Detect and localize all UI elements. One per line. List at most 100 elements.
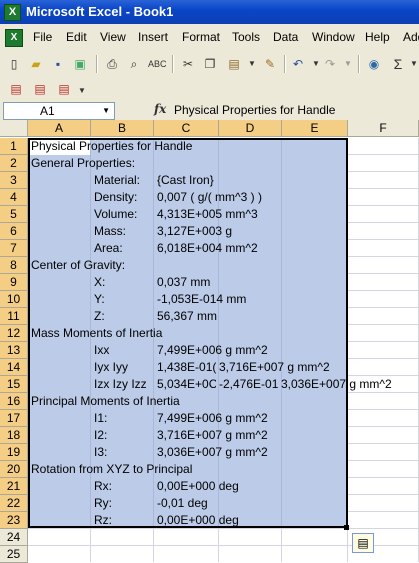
hyperlink-icon[interactable]: ◉ — [366, 56, 382, 72]
cell-a16[interactable]: Principal Moments of Inertia — [31, 393, 180, 410]
pdf-email-icon[interactable]: ▤ — [32, 81, 48, 97]
name-box[interactable]: A1 ▼ — [3, 102, 115, 120]
cell-c19[interactable]: 3,036E+007 g mm^2 — [157, 444, 268, 461]
cell-c21[interactable]: 0,00E+000 deg — [157, 478, 239, 495]
excel-icon[interactable]: X — [4, 4, 21, 21]
permission-icon[interactable]: ▣ — [72, 56, 88, 72]
cell-b14[interactable]: Iyx Iyy — [94, 359, 128, 376]
row-header-9[interactable]: 9 — [0, 274, 28, 291]
format-painter-icon[interactable]: ✎ — [262, 56, 278, 72]
cell-a20[interactable]: Rotation from XYZ to Principal — [31, 461, 192, 478]
row-header-8[interactable]: 8 — [0, 257, 28, 274]
row-header-1[interactable]: 1 — [0, 138, 28, 155]
cell-c14[interactable]: 1,438E-01( — [157, 359, 216, 376]
row-header-6[interactable]: 6 — [0, 223, 28, 240]
cell-b17[interactable]: I1: — [94, 410, 107, 427]
row-header-24[interactable]: 24 — [0, 529, 28, 546]
redo-dropdown-icon[interactable]: ▼ — [340, 56, 356, 72]
row-header-19[interactable]: 19 — [0, 444, 28, 461]
undo-icon[interactable]: ↶ — [290, 56, 306, 72]
cell-c3[interactable]: {Cast Iron} — [157, 172, 214, 189]
cell-c7[interactable]: 6,018E+004 mm^2 — [157, 240, 258, 257]
spelling-icon[interactable]: ABC — [148, 56, 167, 72]
new-icon[interactable]: ▯ — [6, 56, 22, 72]
row-header-12[interactable]: 12 — [0, 325, 28, 342]
redo-icon[interactable]: ↷ — [322, 56, 338, 72]
cell-c10[interactable]: -1,053E-014 mm — [157, 291, 246, 308]
row-header-15[interactable]: 15 — [0, 376, 28, 393]
select-all-corner[interactable] — [0, 120, 28, 137]
cell-b11[interactable]: Z: — [94, 308, 105, 325]
cell-b6[interactable]: Mass: — [94, 223, 126, 240]
row-header-17[interactable]: 17 — [0, 410, 28, 427]
cell-b21[interactable]: Rx: — [94, 478, 112, 495]
cell-b18[interactable]: I2: — [94, 427, 107, 444]
cell-b23[interactable]: Rz: — [94, 512, 112, 529]
cell-c15[interactable]: 5,034E+0C — [157, 376, 216, 393]
save-icon[interactable]: ▪ — [50, 56, 66, 72]
fx-icon[interactable]: fx — [154, 102, 166, 116]
print-icon[interactable]: ⎙ — [104, 56, 120, 72]
cell-b15[interactable]: Izx Izy Izz — [94, 376, 147, 393]
cell-b22[interactable]: Ry: — [94, 495, 112, 512]
menu-tools[interactable]: Tools — [232, 30, 260, 44]
paste-options-icon[interactable]: ▤ — [352, 533, 374, 553]
menu-help[interactable]: Help — [365, 30, 390, 44]
paste-dropdown-icon[interactable]: ▼ — [244, 56, 260, 72]
row-header-25[interactable]: 25 — [0, 546, 28, 563]
column-header-d[interactable]: D — [219, 120, 282, 137]
autosum-icon[interactable]: Σ — [390, 56, 406, 72]
copy-icon[interactable]: ❐ — [202, 56, 218, 72]
paste-icon[interactable]: ▤ — [226, 56, 242, 72]
cell-c23[interactable]: 0,00E+000 deg — [157, 512, 239, 529]
menu-insert[interactable]: Insert — [138, 30, 168, 44]
row-header-21[interactable]: 21 — [0, 478, 28, 495]
print-preview-icon[interactable]: ⌕ — [126, 56, 142, 72]
toolbar-options-icon[interactable]: ▼ — [74, 83, 90, 99]
menu-addins[interactable]: Add — [403, 30, 419, 44]
cell-c9[interactable]: 0,037 mm — [157, 274, 210, 291]
cell-d14[interactable]: 3,716E+007 g mm^2 — [219, 359, 330, 376]
cell-c18[interactable]: 3,716E+007 g mm^2 — [157, 427, 268, 444]
fill-handle[interactable] — [344, 525, 349, 530]
cell-c17[interactable]: 7,499E+006 g mm^2 — [157, 410, 268, 427]
cell-b10[interactable]: Y: — [94, 291, 105, 308]
row-header-10[interactable]: 10 — [0, 291, 28, 308]
cell-a12[interactable]: Mass Moments of Inertia — [31, 325, 162, 342]
cell-c22[interactable]: -0,01 deg — [157, 495, 208, 512]
cell-c4[interactable]: 0,007 ( g/( mm^3 ) ) — [157, 189, 262, 206]
column-header-e[interactable]: E — [282, 120, 348, 137]
pdf-icon[interactable]: ▤ — [8, 81, 24, 97]
cell-b7[interactable]: Area: — [94, 240, 123, 257]
row-header-4[interactable]: 4 — [0, 189, 28, 206]
row-header-20[interactable]: 20 — [0, 461, 28, 478]
pdf-review-icon[interactable]: ▤ — [56, 81, 72, 97]
cell-c5[interactable]: 4,313E+005 mm^3 — [157, 206, 258, 223]
cell-a1[interactable]: Physical Properties for Handle — [31, 138, 192, 155]
cell-b3[interactable]: Material: — [94, 172, 140, 189]
cell-a8[interactable]: Center of Gravity: — [31, 257, 125, 274]
cell-c6[interactable]: 3,127E+003 g — [157, 223, 232, 240]
cell-c11[interactable]: 56,367 mm — [157, 308, 217, 325]
menu-data[interactable]: Data — [273, 30, 298, 44]
row-header-14[interactable]: 14 — [0, 359, 28, 376]
cut-icon[interactable]: ✂ — [180, 56, 196, 72]
cell-b4[interactable]: Density: — [94, 189, 137, 206]
cell-b13[interactable]: Ixx — [94, 342, 109, 359]
cell-b5[interactable]: Volume: — [94, 206, 137, 223]
column-header-b[interactable]: B — [91, 120, 154, 137]
menu-format[interactable]: Format — [182, 30, 220, 44]
column-header-a[interactable]: A — [28, 120, 91, 137]
menu-file[interactable]: File — [33, 30, 52, 44]
cell-d15[interactable]: -2,476E-01 — [219, 376, 280, 393]
menu-edit[interactable]: Edit — [66, 30, 87, 44]
row-header-18[interactable]: 18 — [0, 427, 28, 444]
workbook-icon[interactable]: X — [5, 29, 23, 47]
cell-e15[interactable]: 3,036E+007 g mm^2 — [281, 376, 392, 393]
column-header-f[interactable]: F — [348, 120, 419, 137]
cell-a2[interactable]: General Properties: — [31, 155, 135, 172]
row-header-5[interactable]: 5 — [0, 206, 28, 223]
menu-window[interactable]: Window — [312, 30, 355, 44]
row-header-16[interactable]: 16 — [0, 393, 28, 410]
row-header-7[interactable]: 7 — [0, 240, 28, 257]
